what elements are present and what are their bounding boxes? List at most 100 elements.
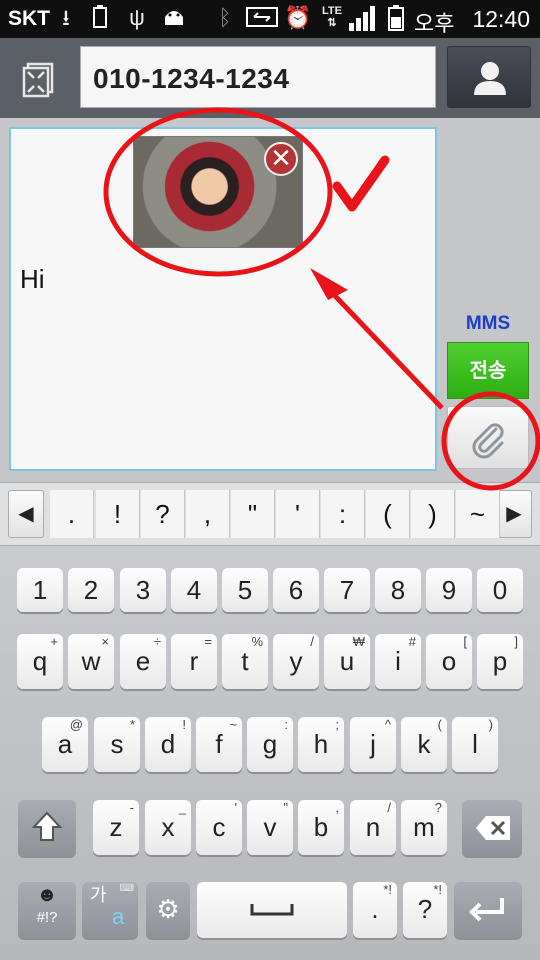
key-p[interactable]: p] [477, 634, 523, 689]
key-v[interactable]: v " [247, 800, 293, 855]
number-key-8[interactable]: 8 [375, 568, 421, 612]
key-v-sub: " [283, 800, 288, 815]
number-key-5[interactable]: 5 [222, 568, 268, 612]
symbol-key[interactable]: " [231, 490, 275, 538]
key-h[interactable]: h; [298, 717, 344, 772]
number-key-0[interactable]: 0 [477, 568, 523, 612]
key-j[interactable]: j ^ [350, 717, 396, 772]
symbol-key[interactable]: ? [141, 490, 185, 538]
question-key[interactable]: ? *! [403, 882, 447, 938]
key-m-sub: ? [434, 800, 442, 815]
language-key-english: a [112, 904, 125, 929]
number-key-7[interactable]: 7 [324, 568, 370, 612]
key-w-label: w [81, 646, 101, 676]
symbols-key[interactable]: ☻ #!? [18, 882, 76, 938]
key-g[interactable]: g: [247, 717, 293, 772]
key-w[interactable]: w × [68, 634, 114, 689]
key-c-sub: ' [234, 800, 237, 815]
key-e[interactable]: e ÷ [120, 634, 166, 689]
key-z[interactable]: z- [93, 800, 139, 855]
recipient-input[interactable]: 010-1234-1234 [80, 46, 436, 108]
key-x[interactable]: x _ [145, 800, 191, 855]
number-key-8-label: 8 [390, 575, 406, 605]
number-key-4[interactable]: 4 [171, 568, 217, 612]
remove-attachment-button[interactable]: ✕ [264, 142, 298, 176]
key-f[interactable]: f ~ [196, 717, 242, 772]
key-k-label: k [417, 729, 431, 759]
symbol-key[interactable]: : [321, 490, 365, 538]
number-key-5-label: 5 [237, 575, 253, 605]
key-l[interactable]: l) [452, 717, 498, 772]
key-z-sub: - [129, 800, 134, 815]
period-key-label: . [371, 894, 379, 924]
key-m[interactable]: m? [401, 800, 447, 855]
key-d[interactable]: d! [145, 717, 191, 772]
number-key-6[interactable]: 6 [273, 568, 319, 612]
key-v-label: v [263, 812, 277, 842]
number-key-3-label: 3 [135, 575, 151, 605]
scroll-left-button[interactable]: ◀ [8, 490, 44, 538]
number-key-2-label: 2 [83, 575, 99, 605]
key-q-sub: + [50, 634, 58, 649]
key-b[interactable]: b, [298, 800, 344, 855]
space-key[interactable] [197, 882, 347, 938]
number-key-4-label: 4 [186, 575, 202, 605]
key-u[interactable]: u ₩ [324, 634, 370, 689]
key-a[interactable]: a @ [42, 717, 88, 772]
number-key-3[interactable]: 3 [120, 568, 166, 612]
screen-mirroring-icon [245, 5, 279, 31]
gear-icon: ⚙ [156, 894, 180, 924]
collapse-button[interactable] [14, 52, 66, 104]
key-o[interactable]: o[ [426, 634, 472, 689]
number-key-6-label: 6 [288, 575, 304, 605]
scroll-right-button[interactable]: ▶ [496, 490, 532, 538]
contacts-button[interactable] [447, 46, 531, 108]
key-c[interactable]: c ' [196, 800, 242, 855]
paperclip-icon [472, 423, 504, 459]
backspace-key[interactable] [462, 800, 522, 856]
symbol-key[interactable]: , [186, 490, 230, 538]
key-k[interactable]: k( [401, 717, 447, 772]
symbol-key[interactable]: ~ [456, 490, 500, 538]
settings-key[interactable]: ⚙ [146, 882, 190, 938]
key-a-sub: @ [69, 717, 83, 732]
enter-key[interactable] [454, 882, 522, 938]
key-i-sub: # [408, 634, 416, 649]
key-s[interactable]: s * [94, 717, 140, 772]
number-key-1[interactable]: 1 [17, 568, 63, 612]
key-n[interactable]: n / [350, 800, 396, 855]
symbol-key[interactable]: ! [96, 490, 140, 538]
number-key-9[interactable]: 9 [426, 568, 472, 612]
period-key-sub: *! [383, 882, 392, 897]
key-s-sub: * [129, 717, 135, 732]
key-t[interactable]: t% [222, 634, 268, 689]
key-q[interactable]: q + [17, 634, 63, 689]
key-t-label: t [241, 646, 249, 676]
key-i[interactable]: i # [375, 634, 421, 689]
symbol-key[interactable]: . [50, 490, 94, 538]
symbol-key[interactable]: ) [411, 490, 455, 538]
key-w-sub: × [101, 634, 109, 649]
key-g-sub: : [284, 717, 288, 732]
symbol-key[interactable]: ' [276, 490, 320, 538]
key-n-sub: / [387, 800, 391, 815]
question-key-label: ? [417, 894, 433, 924]
language-switch-key[interactable]: 가 a ⌨ [82, 882, 138, 938]
key-x-label: x [161, 812, 175, 842]
key-r[interactable]: r = [171, 634, 217, 689]
clock: 12:40 [472, 6, 530, 32]
attach-button[interactable] [447, 406, 529, 469]
key-p-sub: ] [514, 634, 518, 649]
period-key[interactable]: . *! [353, 882, 397, 938]
send-button[interactable]: 전송 [447, 342, 529, 399]
key-y[interactable]: y / [273, 634, 319, 689]
number-key-2[interactable]: 2 [68, 568, 114, 612]
shift-key[interactable] [18, 800, 76, 856]
smiley-icon: ☻ [36, 884, 58, 906]
message-text[interactable]: Hi [20, 264, 45, 295]
battery-icon [386, 5, 406, 31]
key-j-sub: ^ [384, 717, 391, 732]
key-y-label: y [289, 646, 303, 676]
bluetooth-icon: ᛒ [218, 5, 232, 30]
symbol-key[interactable]: ( [366, 490, 410, 538]
